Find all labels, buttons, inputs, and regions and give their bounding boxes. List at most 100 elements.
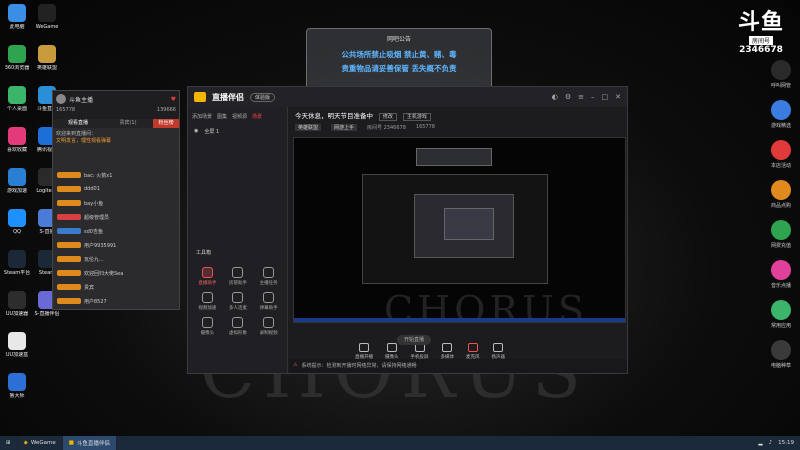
tab-fans[interactable]: 粉丝榜 xyxy=(153,119,179,128)
chat-row[interactable]: 贵宾 xyxy=(53,280,179,294)
chat-row-text: 超级管理员 xyxy=(84,214,110,221)
control-button[interactable]: 摄像头 xyxy=(385,342,399,360)
tool-item[interactable]: 虚拟形象 xyxy=(223,317,254,336)
right-toolbar-label: 网费充值 xyxy=(770,243,791,249)
right-toolbar-item[interactable]: 常用应用 xyxy=(766,300,796,329)
control-button[interactable]: 扬声器 xyxy=(492,342,505,360)
chat-notice: 欢迎来到直播间： 文明发言，理性观看弹幕 xyxy=(53,128,179,168)
desktop-shortcut[interactable]: UU加速器 xyxy=(0,291,34,329)
windows-icon: ⊞ xyxy=(6,440,11,446)
room-number: 2346678 xyxy=(739,45,783,55)
chat-window[interactable]: 斗鱼主播 ♥ 165778 139666 观看直播 贵宾(1) 粉丝榜 欢迎来到… xyxy=(52,90,180,310)
chat-row[interactable]: bay小鱼 xyxy=(53,196,179,210)
chat-row[interactable]: 超级管理员 xyxy=(53,210,179,224)
control-button[interactable]: 多媒体 xyxy=(441,342,454,360)
wegame-icon xyxy=(38,4,56,22)
control-button[interactable]: 麦克风 xyxy=(466,342,480,360)
tool-item[interactable]: 主播任务 xyxy=(253,267,284,286)
desktop-shortcut[interactable]: 360浏览器 xyxy=(0,45,34,83)
desktop-shortcut-label: WeGame xyxy=(35,24,59,30)
scene-tab[interactable]: 添加场景 xyxy=(192,113,212,120)
settings-icon[interactable]: ⚙ xyxy=(565,93,571,101)
menu-icon[interactable]: ≡ xyxy=(578,93,584,101)
desktop-shortcut[interactable]: UU加速盒 xyxy=(0,332,34,370)
scene-item[interactable]: ◉ 全屏 1 xyxy=(188,126,287,137)
scene-tabs: 添加场景 图集 视频源 场景 xyxy=(188,107,287,126)
chat-row[interactable]: bac: 火箭x1 xyxy=(53,168,179,182)
meta-item[interactable]: 英雄联盟 xyxy=(295,124,322,131)
control-icon xyxy=(442,342,453,352)
right-toolbar-item[interactable]: 游戏精选 xyxy=(766,100,796,129)
tool-icon xyxy=(201,317,213,328)
tool-item[interactable]: 弹幕助手 xyxy=(253,292,284,311)
tab-watch[interactable]: 观看直播 xyxy=(53,119,103,128)
volume-icon[interactable]: ♪ xyxy=(769,440,773,446)
desktop-icons-col1: 此电脑 360浏览器个人桌面 喜欢收藏 游戏加速 QQ Steam平台 UU加速器 UU加速盒… xyxy=(0,4,34,414)
chat-row[interactable]: sd0吉鱼 xyxy=(53,224,179,238)
stream-preview[interactable]: CHORUS xyxy=(293,137,626,323)
control-icon xyxy=(386,342,397,352)
right-toolbar-label: 本店活动 xyxy=(770,163,791,169)
eye-icon[interactable]: ◉ xyxy=(194,128,198,135)
desktop-shortcut[interactable]: 喜欢收藏 xyxy=(0,127,34,165)
version-pill[interactable]: 体验版 xyxy=(250,92,276,102)
network-icon[interactable]: ▂ xyxy=(758,440,762,446)
tool-item[interactable]: 摄像头 xyxy=(192,317,223,336)
desktop-shortcut[interactable]: 游戏加速 xyxy=(0,168,34,206)
chat-row[interactable]: 用户8527 xyxy=(53,294,179,308)
right-toolbar-item[interactable]: 音乐点播 xyxy=(766,260,796,289)
tool-icon xyxy=(232,267,244,278)
right-toolbar-item[interactable]: 商品点购 xyxy=(766,180,796,209)
scene-tab[interactable]: 视频源 xyxy=(232,113,247,120)
tab-vip[interactable]: 贵宾(1) xyxy=(103,119,153,128)
tool-item[interactable]: 房管助手 xyxy=(223,267,254,286)
user-badge xyxy=(57,298,81,304)
close-icon[interactable]: ✕ xyxy=(615,93,621,101)
category-button[interactable]: 主机游戏 xyxy=(402,113,431,121)
desktop-shortcut-label: 360浏览器 xyxy=(4,65,30,71)
desktop-shortcut[interactable]: QQ xyxy=(0,209,34,247)
meta-item[interactable]: 网游上手 xyxy=(331,124,358,131)
scene-tab[interactable]: 场景 xyxy=(252,113,262,120)
chat-row[interactable]: 欢迎回归大佬Sea xyxy=(53,266,179,280)
meta-item: 房间号 2346678 xyxy=(367,125,406,131)
minimize-icon[interactable]: – xyxy=(591,93,595,101)
warning-icon: ⚠ xyxy=(293,362,298,368)
start-button[interactable]: ⊞ xyxy=(0,436,18,450)
control-button[interactable]: 直播开播 xyxy=(355,342,373,360)
taskbar-item-wegame[interactable]: ◆ WeGame xyxy=(18,436,63,450)
maximize-icon[interactable]: □ xyxy=(602,93,609,101)
tool-item[interactable]: 多人连麦 xyxy=(223,292,254,311)
clock[interactable]: 15:19 xyxy=(778,440,794,446)
desktop-shortcut[interactable]: 鲁大师 xyxy=(0,373,34,411)
taskbar-item-companion[interactable]: ■ 斗鱼直播伴侣 xyxy=(62,436,117,450)
scene-tab[interactable]: 图集 xyxy=(217,113,227,120)
desktop-shortcut[interactable]: 此电脑 xyxy=(0,4,34,42)
desktop-shortcut[interactable]: WeGame xyxy=(30,4,64,42)
chat-notice-text: 文明发言，理性观看弹幕 xyxy=(56,138,112,144)
tool-item[interactable]: 直播助手 xyxy=(192,267,223,286)
right-toolbar-item[interactable]: 呼叫网管 xyxy=(766,60,796,89)
chat-row[interactable]: ddd01 xyxy=(53,182,179,196)
desktop-shortcut[interactable]: Steam平台 xyxy=(0,250,34,288)
skin-icon[interactable]: ◐ xyxy=(552,93,558,101)
desktop-shortcut[interactable]: 英雄联盟 xyxy=(30,45,64,83)
desktop-shortcut[interactable]: 个人桌面 xyxy=(0,86,34,124)
control-button[interactable]: 手机投屏 xyxy=(411,342,429,360)
tool-label: 多人连麦 xyxy=(228,306,247,311)
tool-label: 虚拟形象 xyxy=(228,331,247,336)
tool-item[interactable]: 录制视频 xyxy=(253,317,284,336)
right-toolbar-item[interactable]: 本店活动 xyxy=(766,140,796,169)
chat-row[interactable]: 用户9935991 xyxy=(53,238,179,252)
right-toolbar-item[interactable]: 网费充值 xyxy=(766,220,796,249)
desktop-shortcut-label: 鲁大师 xyxy=(9,393,25,399)
tool-icon xyxy=(201,267,213,278)
right-toolbar-item[interactable]: 电脑种草 xyxy=(766,340,796,369)
start-stream-button[interactable]: 开始直播 xyxy=(397,335,431,345)
chat-row[interactable]: 瓦伦九... xyxy=(53,252,179,266)
chat-row-text: 欢迎回归大佬Sea xyxy=(84,270,124,277)
user-badge xyxy=(57,284,81,290)
edit-title-button[interactable]: 修改 xyxy=(378,113,397,121)
chat-row-text: 用户9935991 xyxy=(84,242,117,249)
tool-item[interactable]: 视频加速 xyxy=(192,292,223,311)
